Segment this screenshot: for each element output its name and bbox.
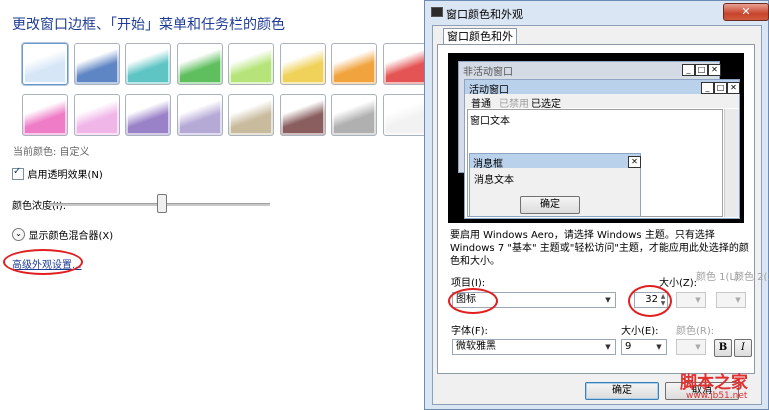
maximize-icon: □ <box>695 64 708 76</box>
msgbox-titlebar: 消息框 ✕ <box>470 154 641 170</box>
aero-description: 要启用 Windows Aero，请选择 Windows 主题。只有选择 Win… <box>450 230 749 267</box>
font-label: 字体(F): <box>451 326 488 337</box>
chevron-down-icon: ▼ <box>605 296 611 304</box>
watermark-logo: 脚本之家 <box>680 373 748 393</box>
dialog-body: 窗口颜色和外观 非活动窗口 _ □ ✕ 活动窗口 _ <box>432 25 769 405</box>
color-swatch[interactable] <box>73 43 120 85</box>
highlight-ellipse <box>628 285 672 317</box>
preview-scrollbar <box>724 109 739 217</box>
chevron-down-icon: ▼ <box>735 296 741 304</box>
color-mixer-label: 显示颜色混合器(X) <box>28 231 114 242</box>
color-swatch[interactable] <box>125 94 171 136</box>
highlight-ellipse <box>3 249 83 275</box>
ok-button[interactable]: 确定 <box>585 382 659 400</box>
color-swatch[interactable] <box>228 43 274 85</box>
font-size-value: 9 <box>625 341 632 352</box>
close-icon: ✕ <box>708 64 721 76</box>
color2-label: 颜色 2(2): <box>734 272 769 283</box>
menu-normal: 普通 <box>471 99 491 110</box>
color-mixer-toggle[interactable]: ⌄ 显示颜色混合器(X) <box>12 227 113 242</box>
maximize-icon: □ <box>714 82 727 94</box>
font-color-label: 颜色(R): <box>676 326 715 337</box>
tab-panel: 非活动窗口 _ □ ✕ 活动窗口 _ □ ✕ 普通 已禁用 已选定 窗口文本 消… <box>437 44 769 374</box>
italic-button[interactable]: I <box>734 339 752 357</box>
dialog-title: 窗口颜色和外观 <box>446 8 523 21</box>
color-swatch[interactable] <box>331 43 377 85</box>
color-swatch[interactable] <box>279 94 326 136</box>
highlight-ellipse <box>448 288 498 314</box>
preview-ok-button[interactable]: 确定 <box>520 196 580 214</box>
transparency-checkbox[interactable] <box>12 166 24 180</box>
color-swatch[interactable] <box>125 43 171 85</box>
font-value: 微软雅黑 <box>456 341 496 352</box>
transparency-label: 启用透明效果(N) <box>27 170 103 181</box>
font-size-label: 大小(E): <box>621 326 659 337</box>
msgbox-text: 消息文本 <box>474 175 514 186</box>
color1-picker[interactable]: ▼ <box>676 292 706 308</box>
color-swatch[interactable] <box>279 43 326 85</box>
chevron-down-icon: ▼ <box>695 343 701 351</box>
item-label: 项目(I): <box>451 278 486 289</box>
color2-picker[interactable]: ▼ <box>716 292 746 308</box>
chevron-down-icon: ▼ <box>695 296 701 304</box>
page-title: 更改窗口边框、「开始」菜单和任务栏的颜色 <box>12 17 285 33</box>
chevron-down-icon: ▼ <box>605 343 611 351</box>
color-swatch[interactable] <box>228 94 274 136</box>
preview-menubar: 普通 已禁用 已选定 <box>465 94 739 110</box>
inactive-window-title: 非活动窗口 <box>463 67 513 78</box>
chevron-down-icon: ⌄ <box>12 228 25 241</box>
preview-message-box[interactable]: 消息框 ✕ 消息文本 确定 <box>469 153 641 217</box>
color-swatch[interactable] <box>22 94 68 136</box>
color-swatch[interactable] <box>176 94 223 136</box>
current-color-label: 当前颜色: 自定义 <box>13 147 90 158</box>
close-icon: ✕ <box>727 82 740 94</box>
appearance-dialog: 窗口颜色和外观 ✕ 窗口颜色和外观 非活动窗口 _ □ ✕ 活动 <box>424 0 769 410</box>
preview-active-window[interactable]: 活动窗口 _ □ ✕ 普通 已禁用 已选定 窗口文本 消息框 ✕ 消息文本 确定 <box>464 79 740 219</box>
minimize-icon: _ <box>682 64 695 76</box>
size-label: 大小(Z): <box>659 278 698 289</box>
active-titlebar: 活动窗口 _ □ ✕ <box>465 80 740 96</box>
appearance-preview[interactable]: 非活动窗口 _ □ ✕ 活动窗口 _ □ ✕ 普通 已禁用 已选定 窗口文本 消… <box>448 53 744 223</box>
font-size-select[interactable]: 9 ▼ <box>621 339 667 355</box>
transparency-checkbox-row[interactable]: 启用透明效果(N) <box>12 166 103 181</box>
close-icon: ✕ <box>628 156 641 168</box>
color-swatch[interactable] <box>331 94 377 136</box>
close-button[interactable]: ✕ <box>723 3 769 21</box>
window-icon <box>431 7 443 17</box>
color-swatch[interactable] <box>22 43 68 85</box>
color-swatch[interactable] <box>73 94 120 136</box>
font-select[interactable]: 微软雅黑 ▼ <box>452 339 616 355</box>
bold-button[interactable]: B <box>714 339 732 357</box>
watermark-url: www.jb51.net <box>686 391 748 401</box>
msgbox-title: 消息框 <box>473 159 503 170</box>
intensity-slider-thumb[interactable] <box>157 194 167 213</box>
chevron-down-icon: ▼ <box>656 343 662 351</box>
menu-disabled: 已禁用 <box>499 99 529 110</box>
color-swatch[interactable] <box>382 43 429 85</box>
inactive-titlebar: 非活动窗口 _ □ ✕ <box>459 62 721 78</box>
minimize-icon: _ <box>701 82 714 94</box>
window-text: 窗口文本 <box>470 116 510 127</box>
color-swatch[interactable] <box>176 43 223 85</box>
font-color-picker[interactable]: ▼ <box>676 339 706 355</box>
tab-appearance[interactable]: 窗口颜色和外观 <box>443 28 517 59</box>
menu-selected: 已选定 <box>531 99 561 110</box>
color-swatch[interactable] <box>382 94 429 136</box>
